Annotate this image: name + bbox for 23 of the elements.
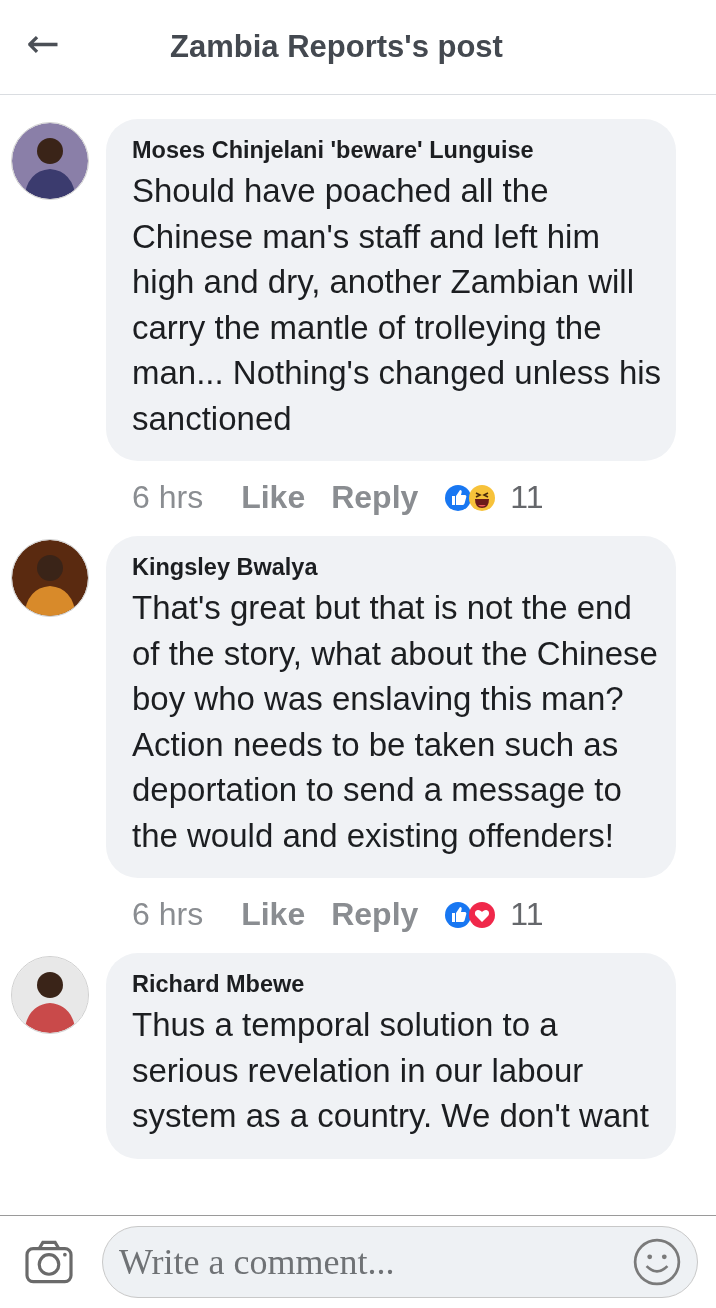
comment-text: That's great but that is not the end of the story, what about the Chinese boy who was enslaving this man? Action needs to be taken such as deportation to send a message to the would and existing offenders!: [132, 588, 659, 856]
comment-field[interactable]: Write a comment...: [102, 1226, 698, 1298]
love-reaction-icon[interactable]: [468, 900, 497, 929]
back-button[interactable]: ←: [0, 20, 86, 74]
haha-reaction-icon[interactable]: [468, 483, 497, 512]
like-reaction-icon[interactable]: [444, 483, 473, 512]
comment-text: Should have poached all the Chinese man's staff and left him high and dry, another Zambian will carry the mantle of trolleying the man... Nothing's changed unless his sanctioned: [132, 171, 663, 439]
reaction-count[interactable]: 11: [510, 896, 544, 933]
reply-link[interactable]: Reply: [331, 479, 419, 516]
author-name[interactable]: Kingsley Bwalya: [132, 554, 664, 581]
timestamp: 6 hrs: [132, 896, 204, 933]
like-link[interactable]: Like: [241, 479, 306, 516]
comment-text: Thus a temporal solution to a serious revelation in our labour system as a country. We don't want: [132, 1005, 650, 1136]
reply-link[interactable]: Reply: [331, 896, 419, 933]
page-title: Zambia Reports's post: [170, 29, 503, 65]
like-link[interactable]: Like: [241, 896, 306, 933]
smiley-icon[interactable]: [632, 1237, 682, 1287]
timestamp: 6 hrs: [132, 479, 204, 516]
author-name[interactable]: Richard Mbewe: [132, 971, 664, 998]
reaction-count[interactable]: 11: [510, 479, 544, 516]
author-name[interactable]: Moses Chinjelani 'beware' Lunguise: [132, 137, 664, 164]
camera-icon[interactable]: [24, 1240, 74, 1284]
like-reaction-icon[interactable]: [444, 900, 473, 929]
